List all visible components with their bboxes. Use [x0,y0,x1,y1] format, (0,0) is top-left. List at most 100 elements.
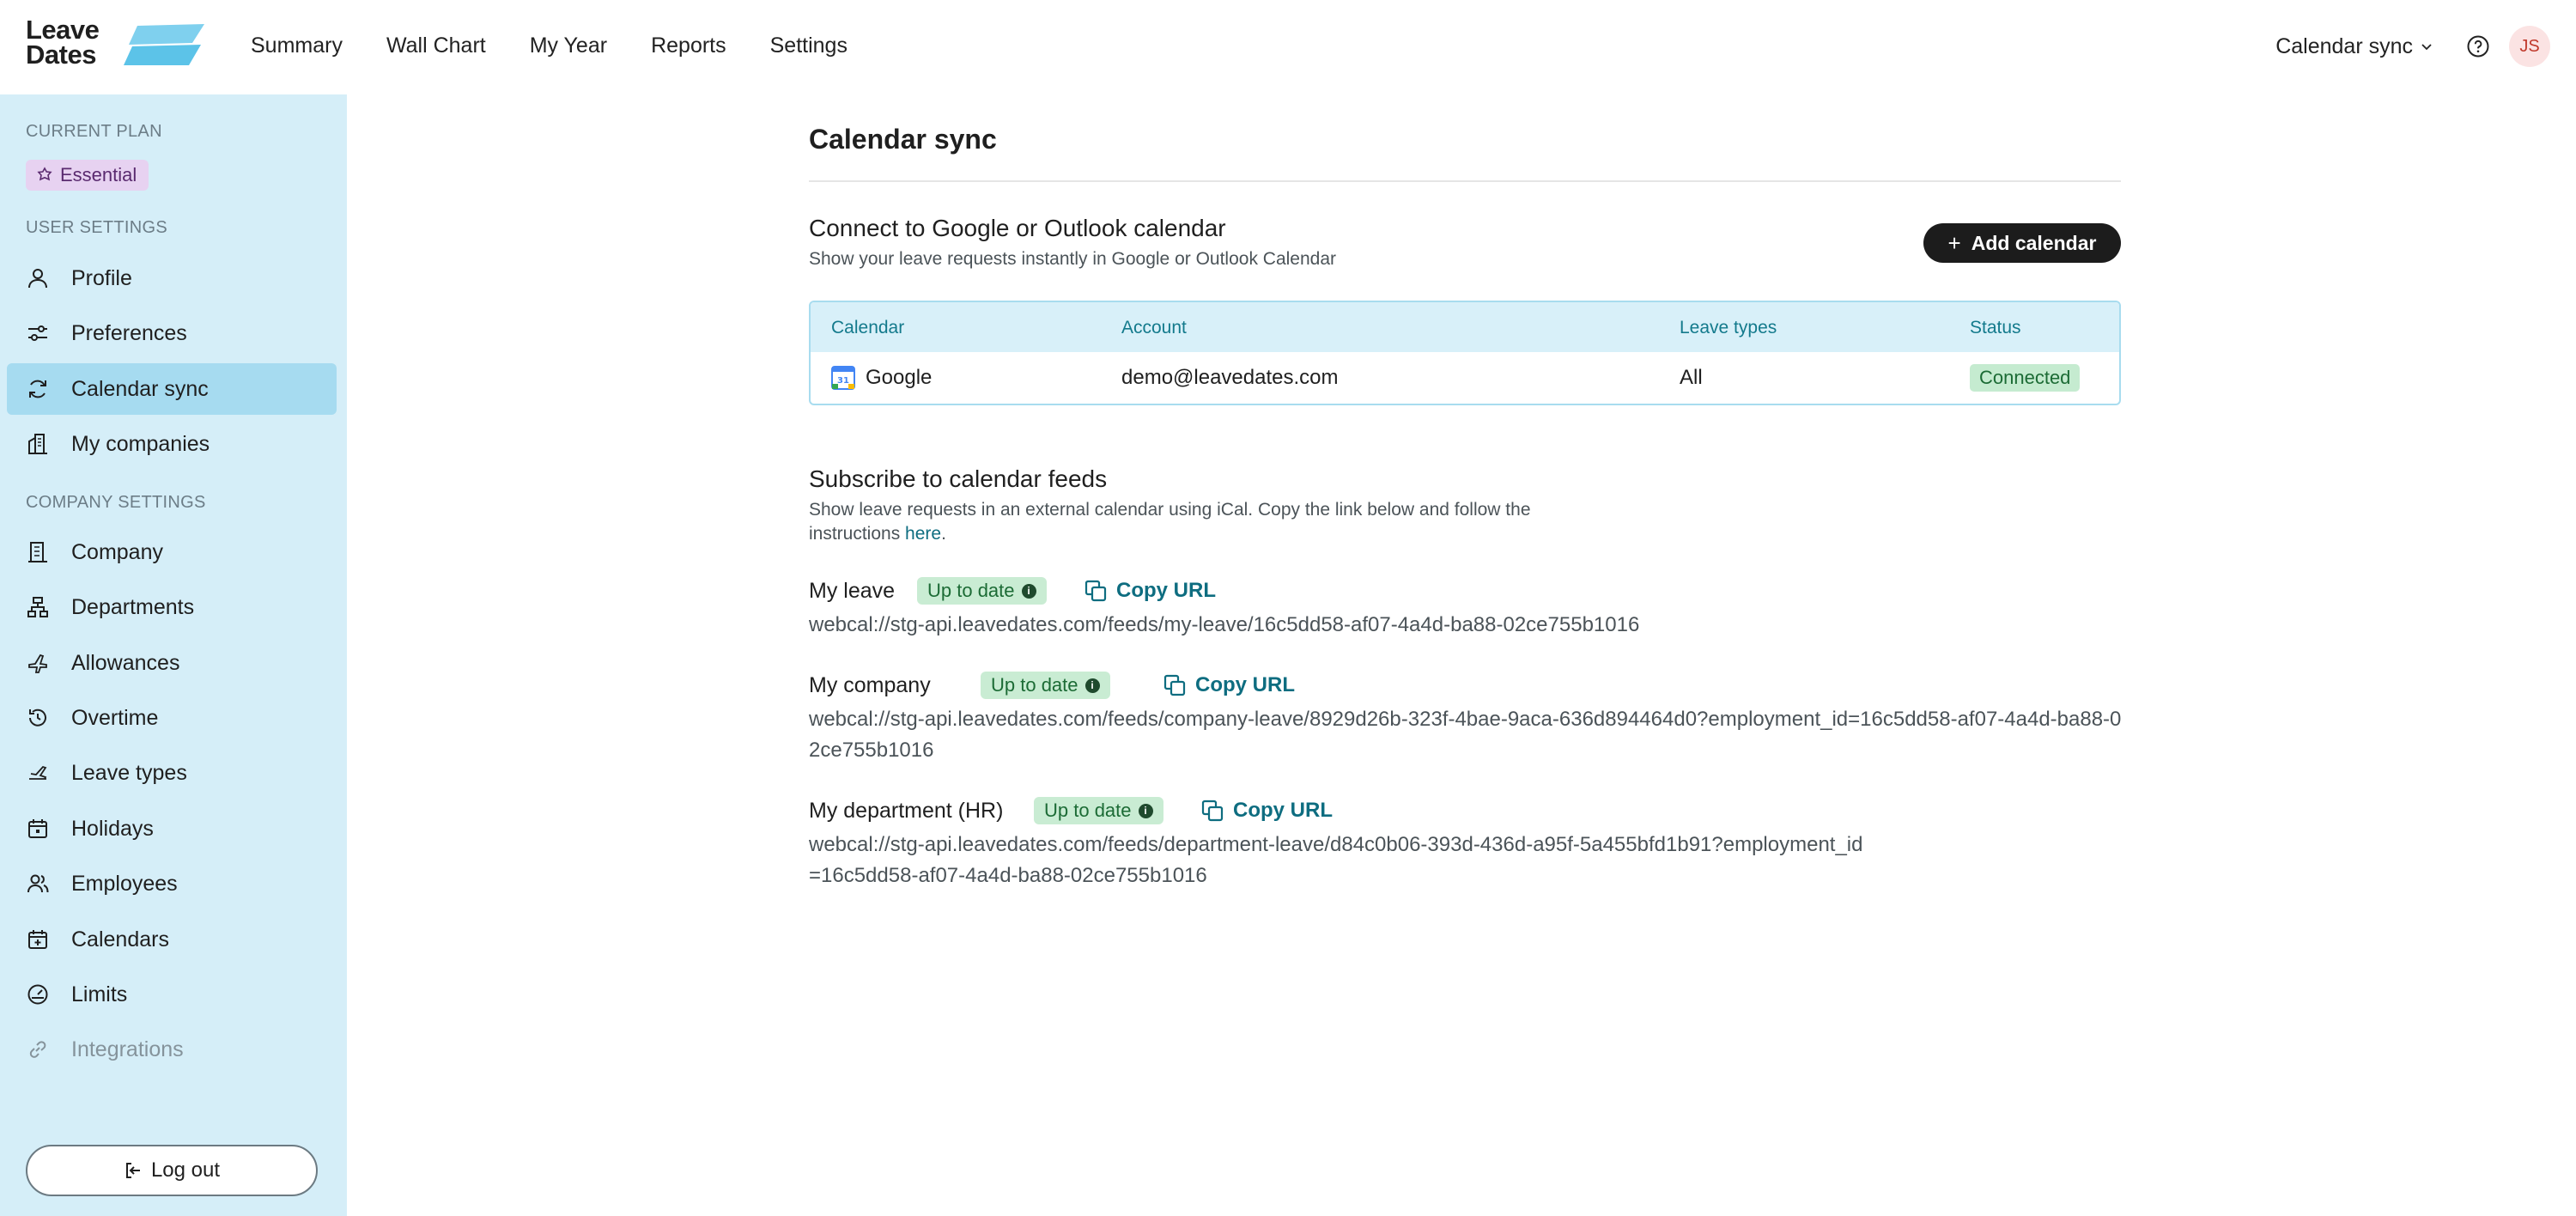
logout-label: Log out [150,1158,221,1182]
feed-title-my-leave: My leave [809,579,896,603]
sidebar-item-label: Limits [71,982,128,1006]
logo-swoosh-icon [124,24,204,65]
column-header-status: Status [1970,318,2021,337]
copy-url-label: Copy URL [1116,579,1216,602]
sidebar-item-label: Calendar sync [71,376,209,401]
sidebar-item-limits[interactable]: Limits [7,969,337,1020]
logout-button[interactable]: Log out [26,1145,318,1196]
copy-icon [1163,674,1186,696]
title-divider [809,180,2121,182]
calendar-name: Google [866,366,933,389]
badge-icon [37,167,52,181]
sidebar-item-holidays[interactable]: Holidays [7,803,337,854]
add-calendar-button[interactable]: + Add calendar [1923,223,2121,263]
logo-line-1: Leave [26,15,100,45]
calendar-icon [28,819,47,838]
plane-icon [28,654,47,673]
logout-icon [125,1163,140,1178]
feed-title-my-department: My department (HR) [809,799,1004,823]
feed-status-badge: Up to date i [1034,797,1163,824]
sidebar-item-label: My companies [71,431,210,456]
nav-summary[interactable]: Summary [251,33,343,58]
sidebar-item-label: Holidays [71,816,154,841]
top-right-controls: Calendar sync JS [2275,26,2550,67]
user-avatar[interactable]: JS [2509,26,2550,67]
calendar-sync-dropdown[interactable]: Calendar sync [2275,34,2433,59]
user-settings-label: USER SETTINGS [26,218,168,237]
sidebar-item-label: Leave types [71,760,187,785]
sidebar-item-leave-types[interactable]: Leave types [7,747,337,799]
sidebar-item-preferences[interactable]: Preferences [7,307,337,359]
column-header-leave-types: Leave types [1680,318,1777,337]
sidebar-item-label: Overtime [71,705,159,730]
help-icon[interactable] [2466,34,2490,58]
page-title: Calendar sync [809,124,997,155]
company-settings-label: COMPANY SETTINGS [26,493,206,512]
link-icon [29,1041,46,1058]
feed-status-badge: Up to date i [981,672,1110,699]
subscribe-section-subtitle-line-1: Show leave requests in an external calen… [809,500,1531,520]
nav-reports[interactable]: Reports [651,33,726,58]
leave-types-value: All [1680,366,1703,389]
plane-takeoff-icon [29,765,47,780]
nav-settings[interactable]: Settings [770,33,848,58]
sidebar-item-calendar-sync[interactable]: Calendar sync [7,363,337,415]
logo-line-2: Dates [26,40,96,70]
sidebar-item-label: Company [71,539,163,564]
copy-icon [1201,800,1224,822]
copy-url-button-my-leave[interactable]: Copy URL [1084,579,1216,603]
sidebar-item-departments[interactable]: Departments [7,581,337,633]
copy-url-button-my-department[interactable]: Copy URL [1200,799,1333,823]
copy-url-label: Copy URL [1195,673,1295,696]
sidebar-item-calendars[interactable]: Calendars [7,914,337,965]
feed-url-my-leave[interactable]: webcal://stg-api.leavedates.com/feeds/my… [809,610,2123,641]
copy-icon [1084,580,1107,602]
sidebar-item-employees[interactable]: Employees [7,858,337,909]
info-icon[interactable]: i [1021,583,1036,599]
google-calendar-icon: 31 [831,366,855,390]
sidebar-item-company[interactable]: Company [7,526,337,578]
user-icon [28,269,47,289]
column-header-account: Account [1121,318,1187,337]
org-chart-icon [27,597,48,617]
sidebar-item-overtime[interactable]: Overtime [7,692,337,744]
info-icon[interactable]: i [1138,803,1153,818]
sliders-icon [28,325,47,341]
plus-icon: + [1947,229,1961,256]
connect-section-title: Connect to Google or Outlook calendar [809,215,1226,241]
current-plan-label: CURRENT PLAN [26,122,162,141]
nav-my-year[interactable]: My Year [530,33,607,58]
connect-section-subtitle: Show your leave requests instantly in Go… [809,249,1337,269]
subscribe-section-title: Subscribe to calendar feeds [809,465,1108,492]
feed-status-label: Up to date [1044,800,1132,821]
info-icon[interactable]: i [1084,678,1100,693]
subscribe-section-subtitle-line-2: instructions here. [809,522,946,546]
column-header-calendar: Calendar [831,318,905,337]
sidebar-item-integrations[interactable]: Integrations [7,1024,337,1075]
sidebar-item-label: Allowances [71,650,180,675]
sidebar-item-profile[interactable]: Profile [7,252,337,304]
account-email: demo@leavedates.com [1121,366,1339,389]
feed-url-my-company[interactable]: webcal://stg-api.leavedates.com/feeds/co… [809,704,2123,766]
feed-status-label: Up to date [927,580,1015,601]
copy-url-button-my-company[interactable]: Copy URL [1163,673,1295,697]
top-bar: Leave Dates Summary Wall Chart My Year R… [0,0,2576,94]
users-icon [27,874,49,893]
sidebar-item-label: Calendars [71,927,169,952]
clock-history-icon [29,708,46,727]
nav-wall-chart[interactable]: Wall Chart [386,33,486,58]
sidebar-item-my-companies[interactable]: My companies [7,418,337,470]
building-icon [28,542,47,562]
top-navigation: Summary Wall Chart My Year Reports Setti… [251,33,891,58]
sidebar-item-allowances[interactable]: Allowances [7,637,337,689]
calendar-google-link[interactable]: 31 Google [831,366,932,390]
sidebar-item-label: Employees [71,871,178,896]
plan-badge: Essential [26,160,149,191]
chevron-down-icon [2421,44,2432,51]
feed-status-badge: Up to date i [917,577,1047,605]
leave-dates-logo[interactable]: Leave Dates [26,15,204,70]
feed-url-my-department[interactable]: webcal://stg-api.leavedates.com/feeds/de… [809,830,1874,891]
add-calendar-label: Add calendar [1971,231,2097,254]
instructions-here-link[interactable]: here [905,524,941,544]
table-header: Calendar Account Leave types Status [811,302,2119,352]
